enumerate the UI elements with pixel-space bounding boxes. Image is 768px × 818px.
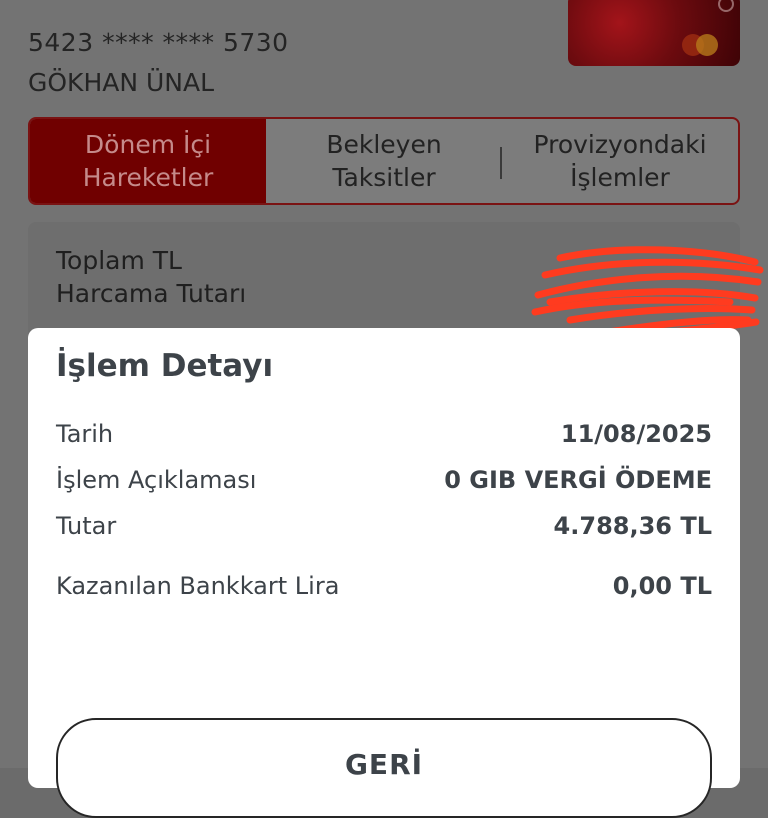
transaction-tabs: Dönem İçi Hareketler Bekleyen Taksitler … [28, 117, 740, 205]
tab-pending-installments[interactable]: Bekleyen Taksitler [266, 119, 502, 203]
detail-row-earned-lira: Kazanılan Bankkart Lira 0,00 TL [56, 572, 712, 600]
back-button[interactable]: GERİ [56, 718, 712, 818]
total-spending-label: Toplam TL Harcama Tutarı [56, 246, 247, 308]
app-screen: 5423 **** **** 5730 GÖKHAN ÜNAL Dönem İç… [0, 0, 768, 818]
detail-row-description: İşlem Açıklaması 0 GIB VERGİ ÖDEME [56, 466, 712, 494]
detail-key: İşlem Açıklaması [56, 466, 257, 494]
card-holder-name: GÖKHAN ÜNAL [28, 68, 215, 97]
detail-value: 0 GIB VERGİ ÖDEME [444, 466, 712, 494]
tab-period-transactions[interactable]: Dönem İçi Hareketler [30, 119, 266, 203]
tab-label: Dönem İçi Hareketler [82, 130, 214, 192]
contactless-icon [718, 0, 734, 12]
detail-value: 4.788,36 TL [553, 512, 712, 540]
modal-title: İşlem Detayı [56, 348, 274, 384]
tab-label: Bekleyen Taksitler [326, 130, 442, 192]
mastercard-logo-icon-2 [696, 34, 718, 56]
card-number: 5423 **** **** 5730 [28, 28, 289, 57]
credit-card-image[interactable] [568, 0, 740, 66]
detail-key: Tutar [56, 512, 117, 540]
detail-row-amount: Tutar 4.788,36 TL [56, 512, 712, 540]
detail-key: Kazanılan Bankkart Lira [56, 572, 340, 600]
detail-value: 0,00 TL [612, 572, 712, 600]
detail-row-date: Tarih 11/08/2025 [56, 420, 712, 448]
tab-label: Provizyondaki İşlemler [533, 130, 707, 192]
detail-key: Tarih [56, 420, 114, 448]
tab-provision-transactions[interactable]: Provizyondaki İşlemler [502, 119, 738, 203]
transaction-detail-modal: İşlem Detayı Tarih 11/08/2025 İşlem Açık… [28, 328, 740, 818]
detail-value: 11/08/2025 [560, 420, 712, 448]
